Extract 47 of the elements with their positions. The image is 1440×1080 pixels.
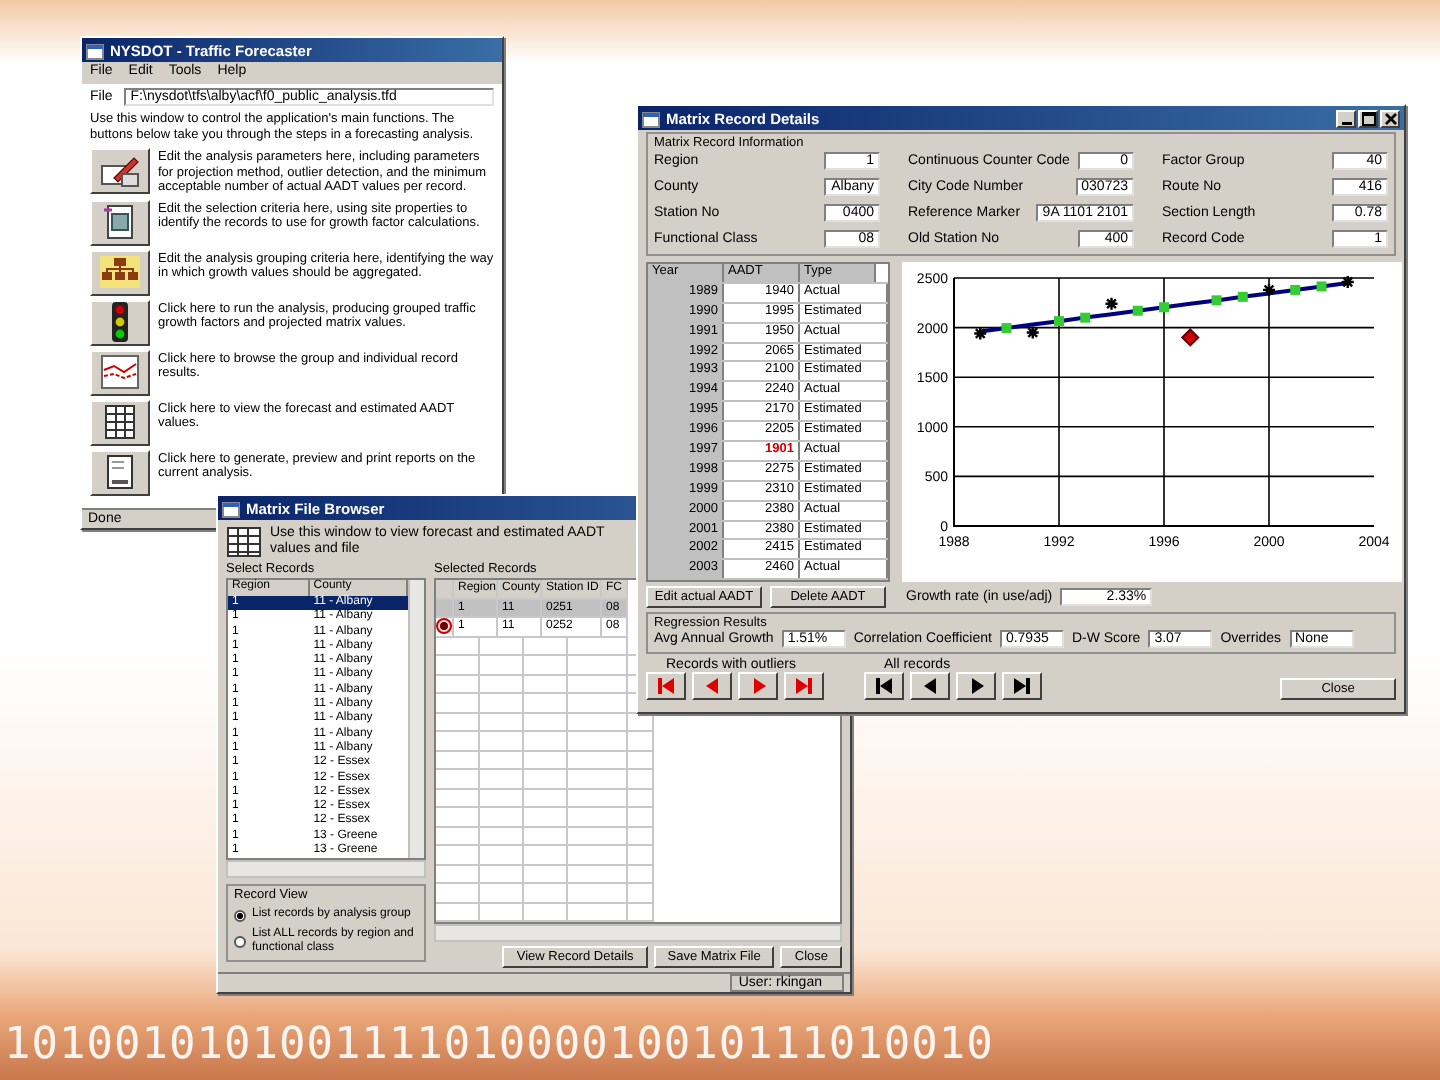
maximize-button[interactable] xyxy=(1358,109,1378,127)
data-point xyxy=(1104,296,1119,311)
radio-button[interactable] xyxy=(234,909,246,922)
maximize-icon xyxy=(1361,111,1375,125)
data-point xyxy=(1211,295,1222,306)
step-button[interactable] xyxy=(90,349,150,395)
navigation-button[interactable] xyxy=(738,672,778,701)
window-icon xyxy=(222,499,240,517)
step-button[interactable] xyxy=(90,399,150,445)
line-chart-icon xyxy=(96,350,144,394)
scrollbar[interactable] xyxy=(226,860,426,879)
navigation-button[interactable] xyxy=(692,672,732,701)
step-button[interactable] xyxy=(90,299,150,345)
data-point xyxy=(1290,284,1301,295)
navigation-button[interactable] xyxy=(864,672,904,701)
navigation-button[interactable] xyxy=(910,672,950,701)
navigation-button[interactable] xyxy=(646,672,686,701)
step-button[interactable] xyxy=(90,249,150,295)
scrollbar[interactable] xyxy=(434,924,842,942)
navigation-button[interactable] xyxy=(1002,672,1042,701)
close-icon xyxy=(1383,111,1397,125)
step-button[interactable] xyxy=(90,449,150,495)
data-point xyxy=(1001,323,1012,334)
table-icon xyxy=(226,526,262,558)
step-button[interactable] xyxy=(90,199,150,245)
minimize-button[interactable] xyxy=(1336,109,1356,127)
data-point xyxy=(1180,328,1200,347)
data-point xyxy=(1132,305,1143,316)
data-point xyxy=(1159,302,1169,313)
hierarchy-icon xyxy=(96,250,144,294)
data-point xyxy=(1054,316,1064,327)
last-record-icon xyxy=(1010,674,1034,699)
first-record-icon xyxy=(654,674,678,699)
data-point xyxy=(1080,312,1091,323)
last-record-icon xyxy=(792,674,816,699)
data-point xyxy=(1316,281,1327,292)
navigation-button[interactable] xyxy=(956,672,996,701)
step-button[interactable] xyxy=(90,148,150,194)
data-point xyxy=(1237,291,1248,302)
window-icon xyxy=(86,41,104,59)
first-record-icon xyxy=(872,674,896,699)
footer-text: 101001010100111101000010010111010010 xyxy=(4,1019,994,1069)
navigation-button[interactable] xyxy=(784,672,824,701)
window-icon xyxy=(642,109,660,127)
scrollbar[interactable] xyxy=(408,580,424,859)
close-button[interactable] xyxy=(1380,109,1400,127)
radio-button[interactable] xyxy=(234,936,246,949)
